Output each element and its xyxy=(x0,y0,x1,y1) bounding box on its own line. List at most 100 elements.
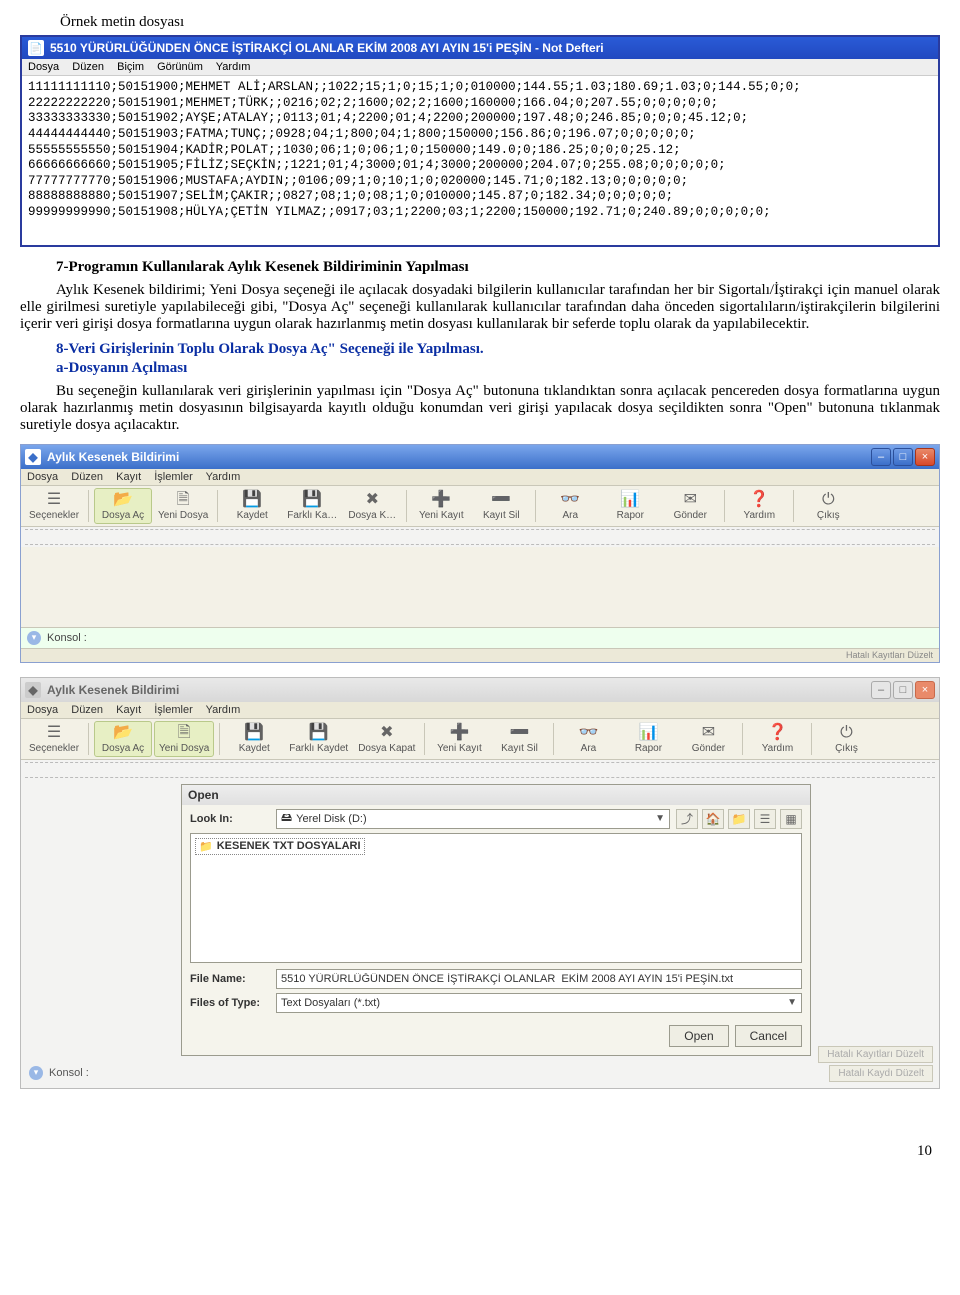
chevron-down-icon[interactable]: ▾ xyxy=(27,631,41,645)
label: Gönder xyxy=(692,743,725,754)
notepad-menu-format[interactable]: Biçim xyxy=(117,61,144,73)
toolbar-saveas-button[interactable]: 💾Farklı Kaydet xyxy=(285,721,352,757)
app2-empty-row xyxy=(25,762,935,778)
toolbar-open-file-button[interactable]: 📂 Dosya Aç xyxy=(94,488,152,524)
toolbar-open-file-button[interactable]: 📂Dosya Aç xyxy=(94,721,152,757)
toolbar-help-button[interactable]: ❓Yardım xyxy=(748,721,806,757)
close-button[interactable]: × xyxy=(915,681,935,699)
toolbar-help-label: Yardım xyxy=(744,510,776,521)
app2-titlebar: ◆ Aylık Kesenek Bildirimi – □ × xyxy=(21,678,939,702)
look-in-combo[interactable]: 🖴 Yerel Disk (D:) ▼ xyxy=(276,809,670,829)
app2-status-buttons: Hatalı Kayıtları Düzelt Hatalı Kaydı Düz… xyxy=(818,1046,933,1082)
file-area[interactable]: 📁 KESENEK TXT DOSYALARI xyxy=(190,833,802,963)
toolbar-report-button[interactable]: 📊Rapor xyxy=(601,488,659,524)
label: Yardım xyxy=(762,743,794,754)
notepad-menu-edit[interactable]: Düzen xyxy=(72,61,104,73)
toolbar-exit-button[interactable]: ⏻Çıkış xyxy=(799,488,857,524)
toolbar-new-file-button[interactable]: 🗎Yeni Dosya xyxy=(154,721,214,757)
label: Yeni Kayıt xyxy=(437,743,482,754)
chevron-down-icon[interactable]: ▾ xyxy=(29,1066,43,1080)
toolbar-new-record-button[interactable]: ➕Yeni Kayıt xyxy=(430,721,488,757)
file-type-label: Files of Type: xyxy=(190,997,270,1009)
notepad-titlebar: 📄 5510 YÜRÜRLÜĞÜNDEN ÖNCE İŞTİRAKÇİ OLAN… xyxy=(22,37,938,59)
saveas-icon: 💾 xyxy=(309,725,329,741)
file-name-input[interactable] xyxy=(276,969,802,989)
toolbar-help-button[interactable]: ❓Yardım xyxy=(730,488,788,524)
folder-item[interactable]: 📁 KESENEK TXT DOSYALARI xyxy=(195,838,365,855)
app-window-2: ◆ Aylık Kesenek Bildirimi – □ × Dosya Dü… xyxy=(20,677,940,1089)
toolbar-send-button[interactable]: ✉Gönder xyxy=(679,721,737,757)
toolbar-new-file-button[interactable]: 🗎Yeni Dosya xyxy=(154,488,212,524)
list-view-button[interactable]: ☰ xyxy=(754,809,776,829)
open-button[interactable]: Open xyxy=(669,1025,728,1047)
save-icon: 💾 xyxy=(244,725,264,741)
toolbar-delete-record-button[interactable]: ➖Kayıt Sil xyxy=(490,721,548,757)
app1-menu-file[interactable]: Dosya xyxy=(27,471,58,483)
toolbar-exit-button[interactable]: ⏻Çıkış xyxy=(817,721,875,757)
app1-statusbar: Hatalı Kayıtları Düzelt xyxy=(21,648,939,662)
delete-record-icon: ➖ xyxy=(491,492,511,508)
app2-menu-help[interactable]: Yardım xyxy=(206,704,241,716)
new-record-icon: ➕ xyxy=(431,492,451,508)
toolbar-search-button[interactable]: 👓Ara xyxy=(541,488,599,524)
section-7-paragraph: Aylık Kesenek bildirimi; Yeni Dosya seçe… xyxy=(20,282,940,333)
notepad-menu-file[interactable]: Dosya xyxy=(28,61,59,73)
toolbar-close-file-button[interactable]: ✖Dosya K… xyxy=(343,488,401,524)
app1-menu-record[interactable]: Kayıt xyxy=(116,471,141,483)
up-folder-button[interactable]: ⤴ xyxy=(676,809,698,829)
file-type-value: Text Dosyaları (*.txt) xyxy=(281,997,380,1009)
app1-empty-row xyxy=(25,529,935,545)
new-file-icon: 🗎 xyxy=(178,725,191,741)
app2-menu-ops[interactable]: İşlemler xyxy=(154,704,193,716)
minimize-button[interactable]: – xyxy=(871,448,891,466)
toolbar-saveas-button[interactable]: 💾Farklı Ka… xyxy=(283,488,341,524)
open-folder-icon: 📂 xyxy=(113,492,133,508)
exit-icon: ⏻ xyxy=(840,725,853,741)
app1-menu-help[interactable]: Yardım xyxy=(206,471,241,483)
close-button[interactable]: × xyxy=(915,448,935,466)
notepad-menu-view[interactable]: Görünüm xyxy=(157,61,203,73)
toolbar-delete-record-button[interactable]: ➖Kayıt Sil xyxy=(472,488,530,524)
new-folder-button[interactable]: 📁 xyxy=(728,809,750,829)
fix-error-record-button[interactable]: Hatalı Kaydı Düzelt xyxy=(829,1065,933,1082)
home-button[interactable]: 🏠 xyxy=(702,809,724,829)
notepad-body[interactable]: 11111111110;50151900;MEHMET ALİ;ARSLAN;;… xyxy=(22,76,938,245)
app1-menu-edit[interactable]: Düzen xyxy=(71,471,103,483)
toolbar-search-button[interactable]: 👓Ara xyxy=(559,721,617,757)
app1-titlebar: ◆ Aylık Kesenek Bildirimi – □ × xyxy=(21,445,939,469)
toolbar-close-file-button[interactable]: ✖Dosya Kapat xyxy=(354,721,419,757)
toolbar-options-button[interactable]: ☰Seçenekler xyxy=(25,488,83,524)
cancel-button[interactable]: Cancel xyxy=(735,1025,802,1047)
file-name-label: File Name: xyxy=(190,973,270,985)
label: Dosya Aç xyxy=(102,743,144,754)
saveas-icon: 💾 xyxy=(302,492,322,508)
app1-menubar: Dosya Düzen Kayıt İşlemler Yardım xyxy=(21,469,939,486)
label: Dosya Kapat xyxy=(358,743,415,754)
file-type-combo[interactable]: Text Dosyaları (*.txt) ▼ xyxy=(276,993,802,1013)
app2-menu-record[interactable]: Kayıt xyxy=(116,704,141,716)
notepad-window: 📄 5510 YÜRÜRLÜĞÜNDEN ÖNCE İŞTİRAKÇİ OLAN… xyxy=(20,35,940,247)
app2-menu-file[interactable]: Dosya xyxy=(27,704,58,716)
toolbar-new-record-label: Yeni Kayıt xyxy=(419,510,464,521)
toolbar-save-button[interactable]: 💾Kaydet xyxy=(225,721,283,757)
console-label: Konsol : xyxy=(47,632,87,644)
toolbar-report-button[interactable]: 📊Rapor xyxy=(619,721,677,757)
details-view-button[interactable]: ▦ xyxy=(780,809,802,829)
app1-toolbar: ☰Seçenekler 📂 Dosya Aç 🗎Yeni Dosya 💾Kayd… xyxy=(21,486,939,527)
maximize-button[interactable]: □ xyxy=(893,681,913,699)
notepad-icon: 📄 xyxy=(28,40,44,56)
section-8-title: 8-Veri Girişlerinin Toplu Olarak Dosya A… xyxy=(56,341,940,358)
toolbar-new-record-button[interactable]: ➕ Yeni Kayıt xyxy=(412,488,470,524)
notepad-menu-help[interactable]: Yardım xyxy=(216,61,251,73)
toolbar-send-button[interactable]: ✉Gönder xyxy=(661,488,719,524)
toolbar-options-button[interactable]: ☰Seçenekler xyxy=(25,721,83,757)
checklist-icon: ☰ xyxy=(47,492,61,508)
toolbar-send-label: Gönder xyxy=(674,510,707,521)
maximize-button[interactable]: □ xyxy=(893,448,913,466)
app2-menu-edit[interactable]: Düzen xyxy=(71,704,103,716)
fix-error-records-button[interactable]: Hatalı Kayıtları Düzelt xyxy=(818,1046,933,1063)
toolbar-save-button[interactable]: 💾Kaydet xyxy=(223,488,281,524)
minimize-button[interactable]: – xyxy=(871,681,891,699)
toolbar-exit-label: Çıkış xyxy=(817,510,840,521)
app1-menu-ops[interactable]: İşlemler xyxy=(154,471,193,483)
